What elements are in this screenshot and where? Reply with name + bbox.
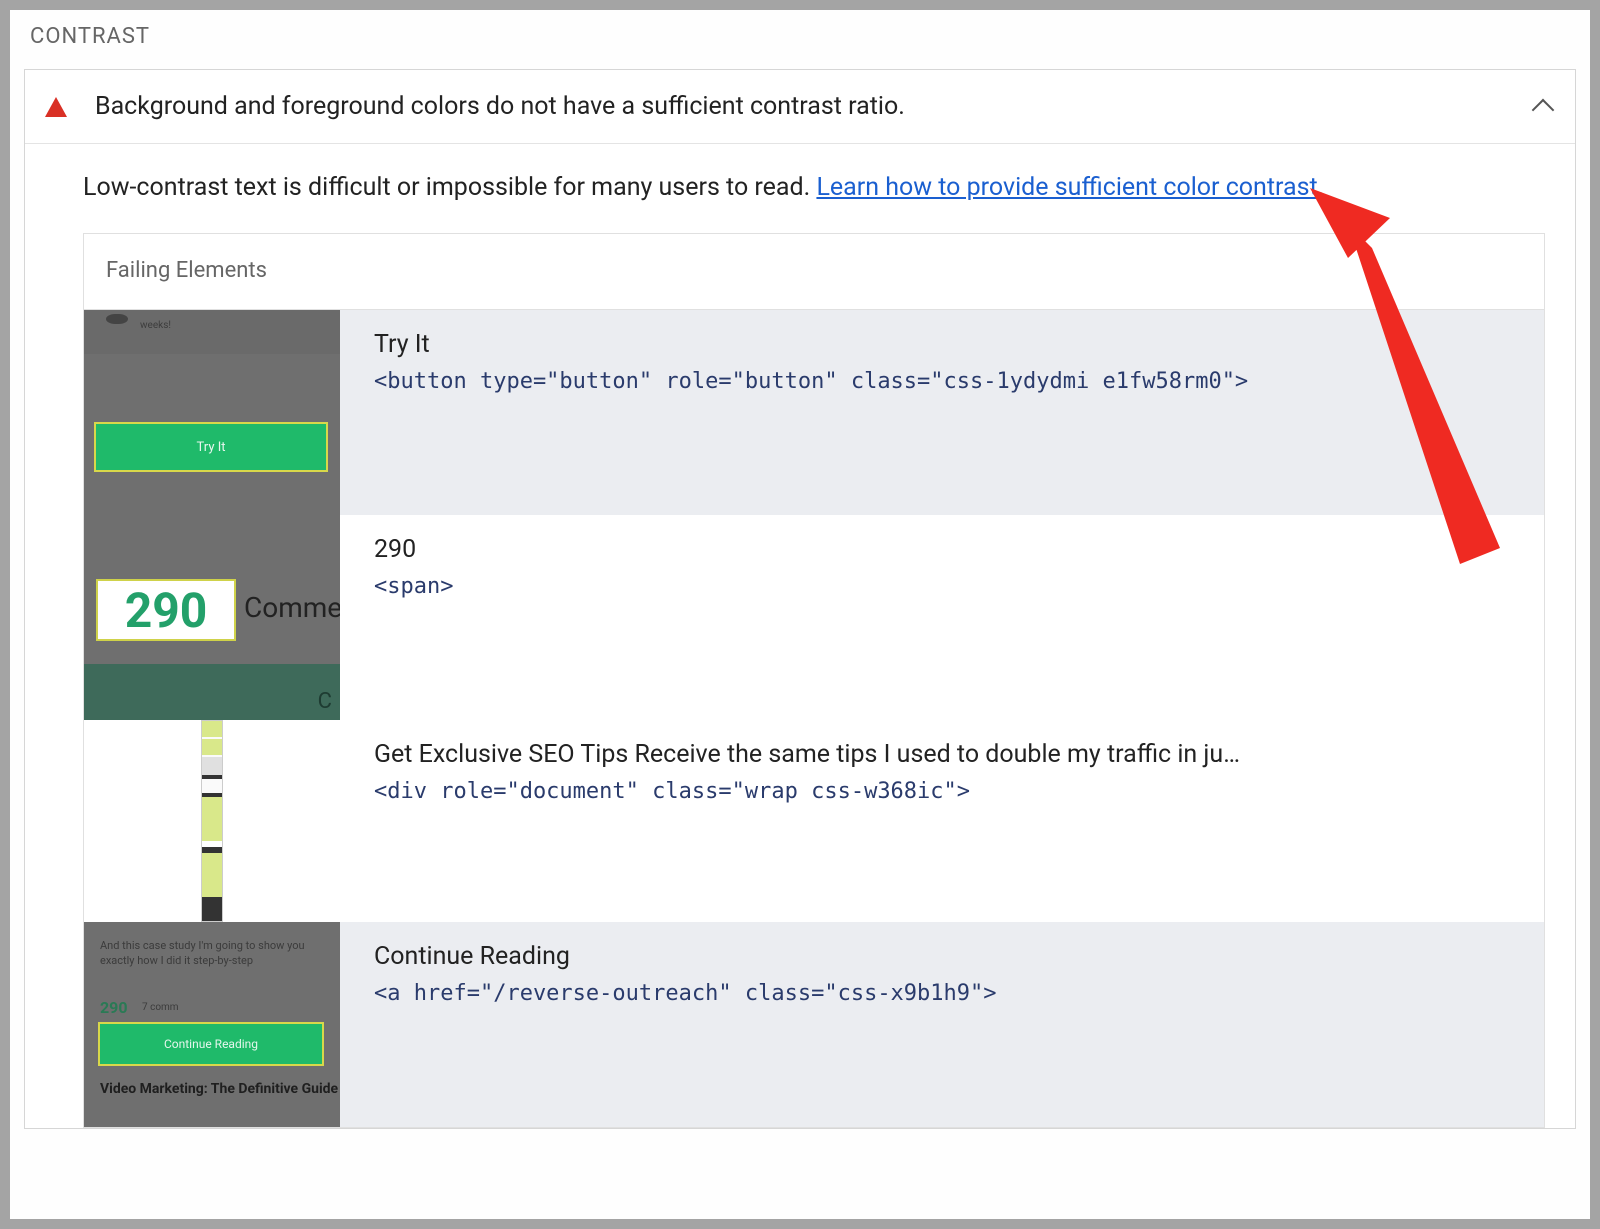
element-info: Continue Reading <a href="/reverse-outre… — [340, 922, 1544, 1026]
thumb-text: 7 comm — [142, 1002, 179, 1013]
learn-more-link[interactable]: Learn how to provide sufficient color co… — [816, 173, 1317, 202]
failing-element-row[interactable]: And this case study I'm going to show yo… — [84, 922, 1544, 1127]
element-label: 290 — [374, 535, 1524, 564]
audit-header[interactable]: Background and foreground colors do not … — [25, 70, 1575, 144]
element-info: 290 <span> — [340, 515, 1544, 619]
element-code: <button type="button" role="button" clas… — [374, 369, 1524, 394]
thumb-strip-icon — [201, 720, 223, 922]
audit-card: Background and foreground colors do not … — [24, 69, 1576, 1129]
thumb-try-it-button: Try It — [94, 422, 328, 472]
element-code: <a href="/reverse-outreach" class="css-x… — [374, 981, 1524, 1006]
failing-element-row[interactable]: Get Exclusive SEO Tips Receive the same … — [84, 720, 1544, 922]
audit-title: Background and foreground colors do not … — [95, 92, 1535, 121]
element-label: Get Exclusive SEO Tips Receive the same … — [374, 740, 1524, 769]
audit-body: Low-contrast text is difficult or imposs… — [25, 144, 1575, 1128]
failing-element-row[interactable]: weeks! Try It Try It <button type="butto… — [84, 310, 1544, 515]
element-info: Get Exclusive SEO Tips Receive the same … — [340, 720, 1544, 824]
thumb-text: weeks! — [140, 320, 171, 331]
thumb-text: Comme — [244, 591, 340, 624]
failing-elements-box: Failing Elements weeks! Try It Try It <b — [83, 233, 1545, 1128]
element-code: <span> — [374, 574, 1524, 599]
element-thumbnail — [84, 720, 340, 922]
audit-panel: CONTRAST Background and foreground color… — [10, 10, 1590, 1219]
element-thumbnail: 290 Comme C — [84, 515, 340, 720]
element-thumbnail: And this case study I'm going to show yo… — [84, 922, 340, 1127]
element-code: <div role="document" class="wrap css-w36… — [374, 779, 1524, 804]
element-label: Continue Reading — [374, 942, 1524, 971]
audit-description-text: Low-contrast text is difficult or imposs… — [83, 173, 816, 202]
audit-description: Low-contrast text is difficult or imposs… — [83, 170, 1545, 205]
thumb-290-number: 290 — [96, 579, 236, 641]
audit-description-period: . — [1318, 173, 1325, 202]
element-info: Try It <button type="button" role="butto… — [340, 310, 1544, 414]
thumb-footer: Video Marketing: The Definitive Guide — [100, 1080, 338, 1098]
thumb-text: C — [318, 689, 332, 714]
failing-element-row[interactable]: 290 Comme C 290 <span> — [84, 515, 1544, 720]
thumb-text: And this case study I'm going to show yo… — [100, 938, 324, 969]
thumb-continue-button: Continue Reading — [98, 1022, 324, 1066]
warning-triangle-icon — [45, 97, 67, 117]
chevron-up-icon — [1532, 98, 1555, 121]
element-label: Try It — [374, 330, 1524, 359]
section-title: CONTRAST — [24, 24, 1576, 49]
element-thumbnail: weeks! Try It — [84, 310, 340, 515]
thumb-290: 290 — [100, 998, 128, 1017]
failing-elements-header: Failing Elements — [84, 234, 1544, 310]
